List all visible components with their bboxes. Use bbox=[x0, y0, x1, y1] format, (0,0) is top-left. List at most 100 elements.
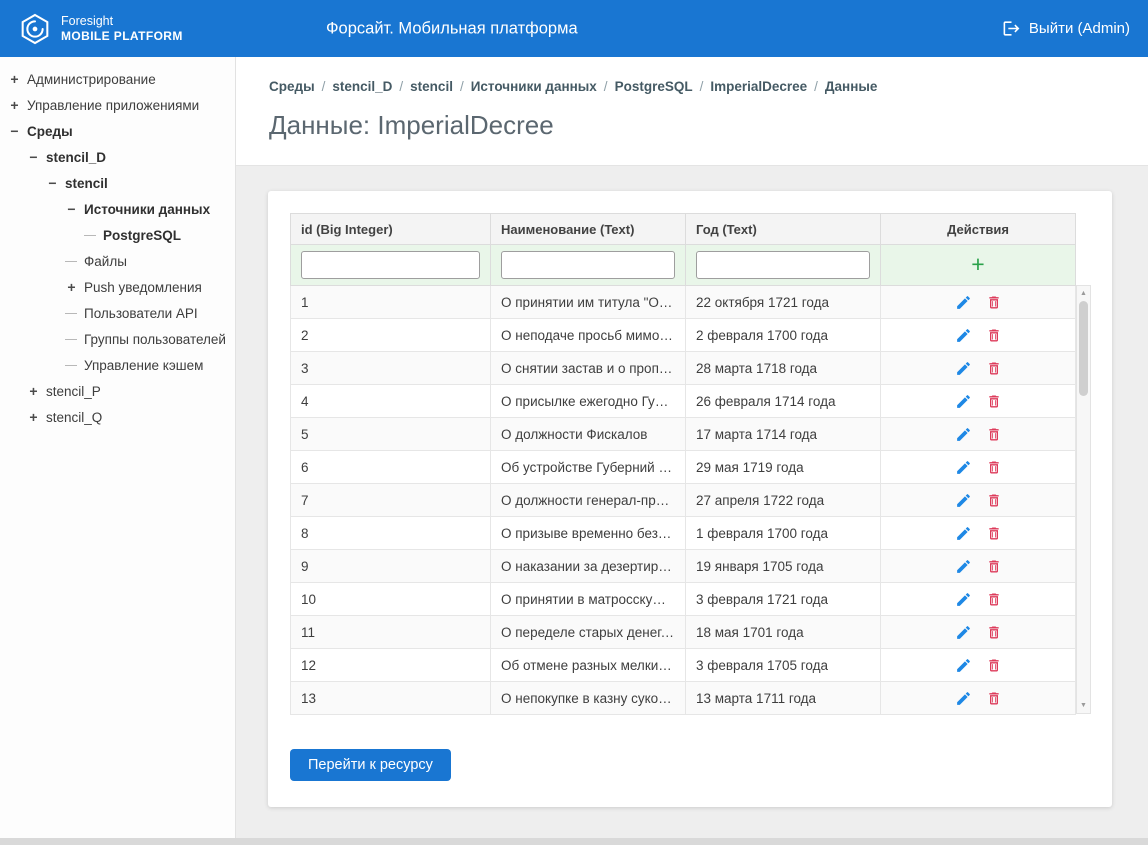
edit-icon[interactable] bbox=[955, 657, 972, 674]
collapse-icon[interactable]: − bbox=[8, 123, 21, 139]
edit-icon[interactable] bbox=[955, 294, 972, 311]
breadcrumb-item[interactable]: ImperialDecree bbox=[710, 79, 807, 94]
scroll-up-icon[interactable]: ▲ bbox=[1077, 287, 1090, 300]
cell-name: Об устройстве Губерний и о... bbox=[491, 451, 686, 484]
table-row: 13О непокупке в казну сукон и...13 марта… bbox=[291, 682, 1076, 715]
add-row-button[interactable]: + bbox=[881, 245, 1076, 286]
cell-actions bbox=[881, 418, 1076, 451]
sidebar-item-app-management[interactable]: +Управление приложениями bbox=[0, 92, 235, 118]
sidebar-item-api-users[interactable]: Пользователи API bbox=[0, 300, 235, 326]
collapse-icon[interactable]: − bbox=[65, 201, 78, 217]
table-row: 4О присылке ежегодно Губер...26 февраля … bbox=[291, 385, 1076, 418]
sidebar-item-postgresql[interactable]: PostgreSQL bbox=[0, 222, 235, 248]
breadcrumb-separator: / bbox=[814, 79, 818, 94]
table-row: 5О должности Фискалов17 марта 1714 года bbox=[291, 418, 1076, 451]
delete-icon[interactable] bbox=[986, 393, 1002, 410]
sidebar-item-stencil[interactable]: −stencil bbox=[0, 170, 235, 196]
sidebar-item-label: Пользователи API bbox=[84, 306, 198, 321]
delete-icon[interactable] bbox=[986, 690, 1002, 707]
table-row: 8О призыве временно безра...1 февраля 17… bbox=[291, 517, 1076, 550]
edit-icon[interactable] bbox=[955, 393, 972, 410]
breadcrumb-item[interactable]: Источники данных bbox=[471, 79, 597, 94]
edit-icon[interactable] bbox=[955, 624, 972, 641]
breadcrumb-separator: / bbox=[460, 79, 464, 94]
delete-icon[interactable] bbox=[986, 624, 1002, 641]
brand-name: Foresight bbox=[61, 13, 183, 29]
expand-icon[interactable]: + bbox=[8, 97, 21, 113]
edit-icon[interactable] bbox=[955, 558, 972, 575]
edit-icon[interactable] bbox=[955, 591, 972, 608]
brand-product: MOBILE PLATFORM bbox=[61, 29, 183, 45]
sidebar-item-stencil-q[interactable]: +stencil_Q bbox=[0, 404, 235, 430]
column-header-id: id (Big Integer) bbox=[291, 214, 491, 245]
column-header-name: Наименование (Text) bbox=[491, 214, 686, 245]
delete-icon[interactable] bbox=[986, 492, 1002, 509]
expand-icon[interactable]: + bbox=[65, 279, 78, 295]
edit-icon[interactable] bbox=[955, 327, 972, 344]
go-to-resource-button[interactable]: Перейти к ресурсу bbox=[290, 749, 451, 781]
scroll-thumb[interactable] bbox=[1079, 301, 1088, 396]
scroll-down-icon[interactable]: ▼ bbox=[1077, 699, 1090, 712]
edit-icon[interactable] bbox=[955, 360, 972, 377]
cell-id: 7 bbox=[291, 484, 491, 517]
sidebar-item-stencil-d[interactable]: −stencil_D bbox=[0, 144, 235, 170]
cell-name: О неподаче просьб мимо пр... bbox=[491, 319, 686, 352]
filter-cell-id bbox=[291, 245, 491, 286]
edit-icon[interactable] bbox=[955, 690, 972, 707]
delete-icon[interactable] bbox=[986, 327, 1002, 344]
sidebar-item-stencil-p[interactable]: +stencil_P bbox=[0, 378, 235, 404]
cell-actions bbox=[881, 484, 1076, 517]
delete-icon[interactable] bbox=[986, 459, 1002, 476]
expand-icon[interactable]: + bbox=[27, 383, 40, 399]
logout-label: Выйти (Admin) bbox=[1029, 20, 1130, 37]
breadcrumb-item[interactable]: stencil_D bbox=[332, 79, 392, 94]
expand-icon[interactable]: + bbox=[8, 71, 21, 87]
breadcrumb-item[interactable]: PostgreSQL bbox=[615, 79, 693, 94]
top-bar: Foresight MOBILE PLATFORM Форсайт. Мобил… bbox=[0, 0, 1148, 57]
delete-icon[interactable] bbox=[986, 426, 1002, 443]
delete-icon[interactable] bbox=[986, 591, 1002, 608]
edit-icon[interactable] bbox=[955, 525, 972, 542]
collapse-icon[interactable]: − bbox=[27, 149, 40, 165]
sidebar: +Администрирование+Управление приложения… bbox=[0, 57, 236, 838]
collapse-icon[interactable]: − bbox=[46, 175, 59, 191]
filter-year-input[interactable] bbox=[696, 251, 870, 279]
tree-connector bbox=[65, 261, 77, 262]
edit-icon[interactable] bbox=[955, 426, 972, 443]
sidebar-item-push-notifications[interactable]: +Push уведомления bbox=[0, 274, 235, 300]
delete-icon[interactable] bbox=[986, 558, 1002, 575]
sidebar-item-administration[interactable]: +Администрирование bbox=[0, 66, 235, 92]
cell-name: О должности генерал-проку... bbox=[491, 484, 686, 517]
cell-name: О переделе старых денег, о... bbox=[491, 616, 686, 649]
breadcrumb-item[interactable]: stencil bbox=[410, 79, 453, 94]
delete-icon[interactable] bbox=[986, 360, 1002, 377]
cell-id: 3 bbox=[291, 352, 491, 385]
delete-icon[interactable] bbox=[986, 657, 1002, 674]
expand-icon[interactable]: + bbox=[27, 409, 40, 425]
cell-actions bbox=[881, 286, 1076, 319]
filter-id-input[interactable] bbox=[301, 251, 480, 279]
sidebar-item-user-groups[interactable]: Группы пользователей bbox=[0, 326, 235, 352]
breadcrumb-item[interactable]: Среды bbox=[269, 79, 315, 94]
filter-name-input[interactable] bbox=[501, 251, 675, 279]
breadcrumb-separator: / bbox=[700, 79, 704, 94]
table-scrollbar[interactable]: ▲ ▼ bbox=[1076, 285, 1091, 714]
edit-icon[interactable] bbox=[955, 459, 972, 476]
cell-name: О снятии застав и о пропуск... bbox=[491, 352, 686, 385]
logout-icon bbox=[1002, 19, 1021, 38]
plus-icon: + bbox=[971, 253, 984, 276]
edit-icon[interactable] bbox=[955, 492, 972, 509]
cell-year: 1 февраля 1700 года bbox=[686, 517, 881, 550]
cell-id: 8 bbox=[291, 517, 491, 550]
logout-button[interactable]: Выйти (Admin) bbox=[1002, 19, 1130, 38]
delete-icon[interactable] bbox=[986, 294, 1002, 311]
sidebar-item-cache-management[interactable]: Управление кэшем bbox=[0, 352, 235, 378]
cell-actions bbox=[881, 451, 1076, 484]
sidebar-item-files[interactable]: Файлы bbox=[0, 248, 235, 274]
sidebar-item-data-sources[interactable]: −Источники данных bbox=[0, 196, 235, 222]
sidebar-item-environments[interactable]: −Среды bbox=[0, 118, 235, 144]
delete-icon[interactable] bbox=[986, 525, 1002, 542]
app-title: Форсайт. Мобильная платформа bbox=[326, 19, 578, 38]
table-row: 7О должности генерал-проку...27 апреля 1… bbox=[291, 484, 1076, 517]
cell-id: 9 bbox=[291, 550, 491, 583]
